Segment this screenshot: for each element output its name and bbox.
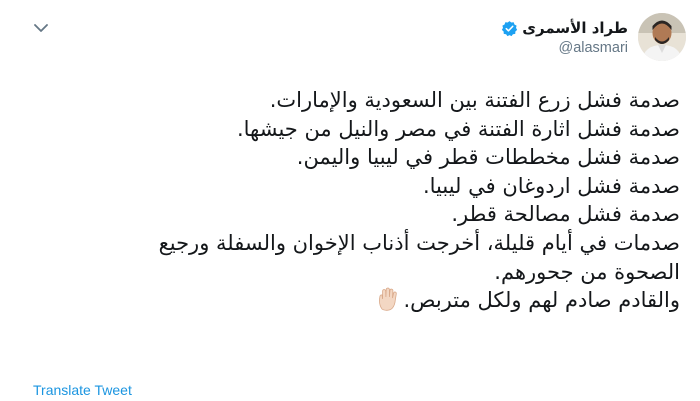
- tweet-line-4: صدمة فشل اردوغان في ليبيا.: [422, 173, 680, 198]
- raised-hand-emoji: [377, 287, 399, 319]
- tweet-card: طراد الأسمرى @alasmari صدمة فشل زرع الفت…: [0, 0, 700, 401]
- tweet-line-8: والقادم صادم لهم ولكل متربص.: [20, 286, 680, 319]
- tweet-line-1: صدمة فشل زرع الفتنة بين السعودية والإمار…: [269, 88, 680, 112]
- translate-tweet-link[interactable]: Translate Tweet: [33, 382, 132, 398]
- tweet-line-7: الصحوة من جحورهم.: [494, 259, 680, 284]
- user-block[interactable]: طراد الأسمرى @alasmari: [501, 13, 686, 61]
- tweet-text: صدمة فشل زرع الفتنة بين السعودية والإمار…: [20, 86, 680, 319]
- verified-badge-icon: [501, 20, 518, 37]
- tweet-line-6: صدمات في أيام قليلة، أخرجت أذناب الإخوان…: [158, 230, 680, 255]
- tweet-line-3: صدمة فشل مخططات قطر في ليبيا واليمن.: [296, 145, 680, 170]
- tweet-line-2: صدمة فشل اثارة الفتنة في مصر والنيل من ج…: [236, 116, 680, 141]
- avatar[interactable]: [638, 13, 686, 61]
- display-name[interactable]: طراد الأسمرى: [522, 19, 628, 37]
- name-row: طراد الأسمرى: [501, 19, 628, 37]
- user-names: طراد الأسمرى @alasmari: [501, 13, 628, 56]
- chevron-down-icon[interactable]: [30, 17, 52, 39]
- user-handle[interactable]: @alasmari: [558, 40, 628, 56]
- tweet-line-5: صدمة فشل مصالحة قطر.: [451, 202, 680, 227]
- tweet-header: طراد الأسمرى @alasmari: [30, 13, 686, 73]
- tweet-line-8-text: والقادم صادم لهم ولكل متربص.: [403, 288, 680, 313]
